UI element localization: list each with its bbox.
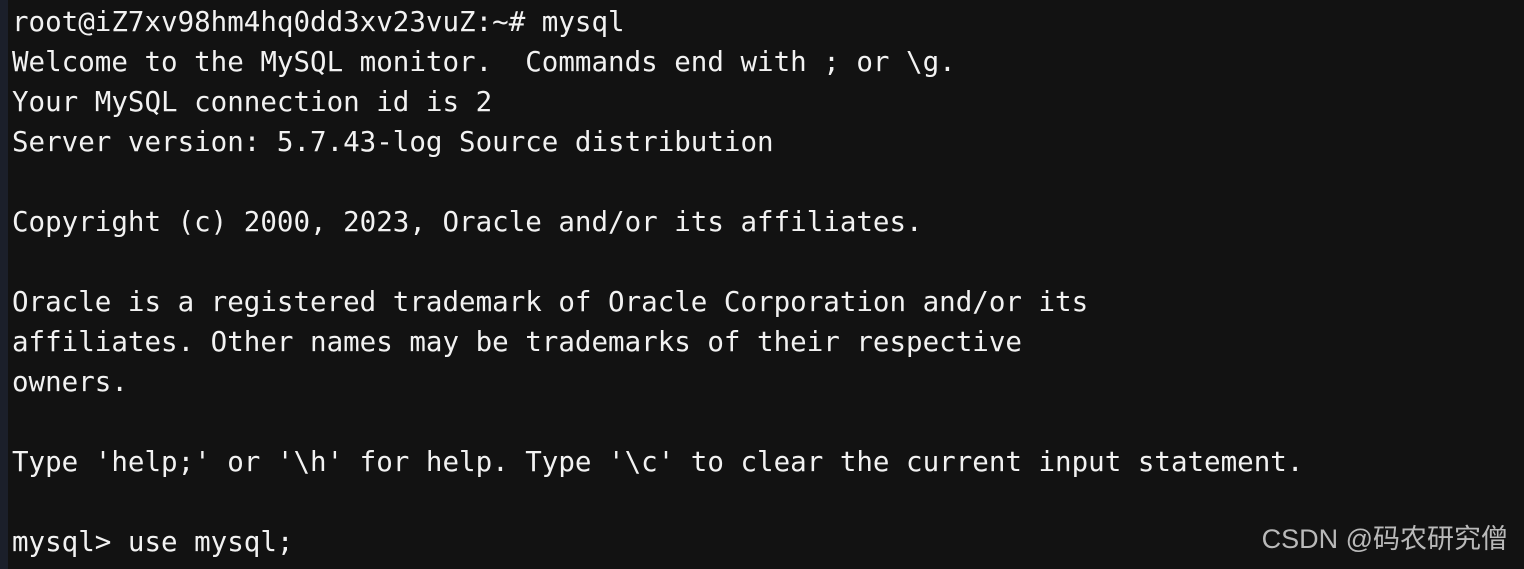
terminal-line-blank-1 (12, 162, 1524, 202)
terminal-line-command-use-mysql: mysql> use mysql; (12, 526, 294, 558)
terminal-line-blank-4 (12, 482, 1524, 522)
terminal-line-blank-3 (12, 402, 1524, 442)
terminal-line-clipped-partial: +--------+---------+ (12, 562, 1524, 569)
terminal-line-trademark-3: owners. (12, 366, 128, 398)
terminal-line-server-version: Server version: 5.7.43-log Source distri… (12, 126, 774, 158)
terminal-line-connection-id: Your MySQL connection id is 2 (12, 86, 493, 118)
terminal-line-welcome: Welcome to the MySQL monitor. Commands e… (12, 46, 956, 78)
terminal-line-prompt-mysql: root@iZ7xv98hm4hq0dd3xv23vuZ:~# mysql (12, 6, 625, 38)
terminal-line-copyright: Copyright (c) 2000, 2023, Oracle and/or … (12, 206, 923, 238)
terminal-line-help-hint: Type 'help;' or '\h' for help. Type '\c'… (12, 446, 1304, 478)
terminal-line-blank-2 (12, 242, 1524, 282)
terminal-window[interactable]: root@iZ7xv98hm4hq0dd3xv23vuZ:~# mysql We… (0, 0, 1524, 569)
terminal-line-trademark-1: Oracle is a registered trademark of Orac… (12, 286, 1089, 318)
terminal-left-gutter (0, 0, 8, 569)
terminal-output-area[interactable]: root@iZ7xv98hm4hq0dd3xv23vuZ:~# mysql We… (12, 0, 1524, 569)
terminal-line-trademark-2: affiliates. Other names may be trademark… (12, 326, 1022, 358)
